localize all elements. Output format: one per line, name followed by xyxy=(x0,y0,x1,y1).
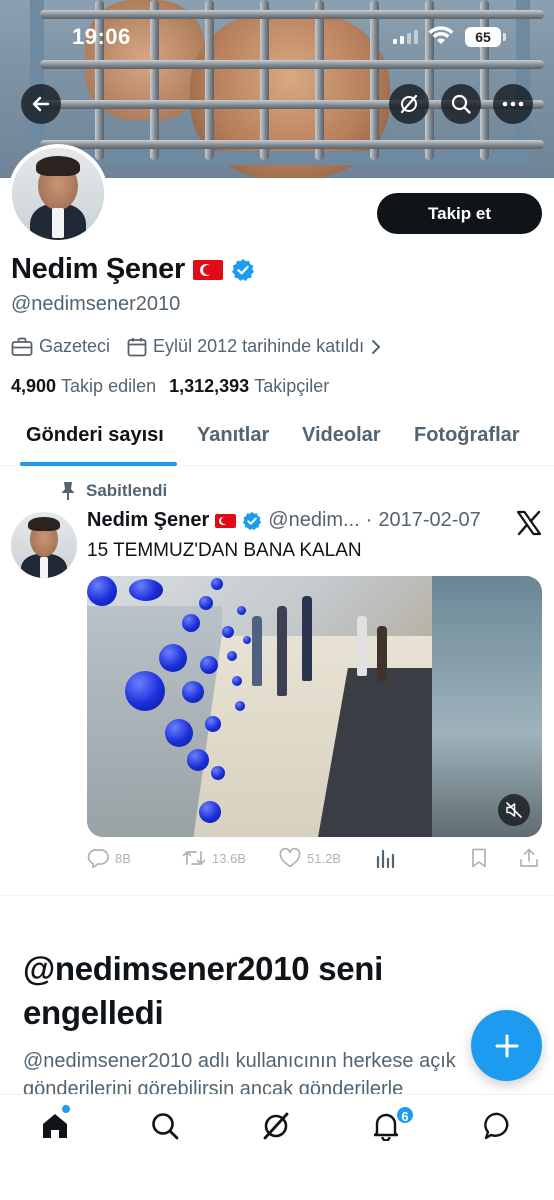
tweet-author-handle[interactable]: @nedim... xyxy=(268,509,359,532)
tweet-author-avatar[interactable] xyxy=(11,512,77,578)
profile-tabs: Gönderi sayısı Yanıtlar Videolar Fotoğra… xyxy=(0,412,554,466)
chevron-right-icon xyxy=(372,339,381,354)
profile-name: Nedim Şener xyxy=(11,253,185,285)
tweet-actions: 8B 13.6B 51.2B xyxy=(87,848,542,872)
tweet-date[interactable]: 2017-02-07 xyxy=(378,509,480,532)
search-button[interactable] xyxy=(441,84,481,124)
turkey-flag-icon xyxy=(215,513,237,528)
bookmark-icon xyxy=(472,848,486,868)
status-bar: 19:06 65 xyxy=(0,20,554,60)
follow-button[interactable]: Takip et xyxy=(377,193,542,234)
tweet-media-video[interactable] xyxy=(87,576,542,837)
chat-bubble-icon xyxy=(484,1112,509,1140)
retweet-button[interactable]: 13.6B xyxy=(182,848,246,868)
like-button[interactable]: 51.2B xyxy=(279,848,341,868)
cellular-signal-icon xyxy=(393,30,418,44)
wifi-icon xyxy=(428,26,454,51)
bookmark-button[interactable] xyxy=(470,848,488,868)
pin-icon xyxy=(61,482,75,500)
search-icon xyxy=(451,94,471,114)
views-button[interactable] xyxy=(375,848,395,868)
profile-name-row: Nedim Şener xyxy=(11,253,255,286)
following-stat[interactable]: 4,900 Takip edilen xyxy=(11,376,156,397)
briefcase-icon xyxy=(11,337,33,356)
search-icon xyxy=(152,1113,179,1140)
more-dots-icon xyxy=(502,101,524,107)
nav-home[interactable] xyxy=(38,1109,72,1143)
status-time: 19:06 xyxy=(72,24,131,49)
verified-badge-icon[interactable] xyxy=(231,258,255,282)
heart-icon xyxy=(279,848,301,868)
tab-videos[interactable]: Videolar xyxy=(302,424,381,447)
arrow-left-icon xyxy=(32,96,50,112)
home-icon xyxy=(43,1114,67,1138)
speaker-muted-icon xyxy=(506,802,522,818)
share-button[interactable] xyxy=(519,848,539,868)
tweet-text: 15 TEMMUZ'DAN BANA KALAN xyxy=(87,540,362,561)
tab-replies[interactable]: Yanıtlar xyxy=(197,424,269,447)
following-label: Takip edilen xyxy=(61,376,157,396)
joined-text: Eylül 2012 tarihinde katıldı xyxy=(153,336,365,356)
follow-stats: 4,900 Takip edilen 1,312,393 Takipçiler xyxy=(11,376,329,397)
profile-handle: @nedimsener2010 xyxy=(11,293,181,315)
joined-item[interactable]: Eylül 2012 tarihinde katıldı xyxy=(127,336,382,357)
nav-grok[interactable] xyxy=(259,1109,293,1143)
like-count: 51.2B xyxy=(307,850,341,866)
pinned-indicator: Sabitlendi xyxy=(60,481,167,501)
blocked-description-line-2: gönderilerini görebilirsin ancak gönderi… xyxy=(23,1078,404,1095)
turkey-flag-icon xyxy=(193,259,223,280)
calendar-icon xyxy=(127,337,147,356)
active-tab-indicator xyxy=(20,462,177,466)
profession-text: Gazeteci xyxy=(39,336,111,356)
x-logo-icon xyxy=(516,510,542,536)
followers-label: Takipçiler xyxy=(254,376,330,396)
blocked-description-line-1: @nedimsener2010 adlı kullanıcının herkes… xyxy=(23,1050,456,1072)
following-count: 4,900 xyxy=(11,376,57,396)
tweet-author-name[interactable]: Nedim Şener xyxy=(87,509,209,532)
tweet-separator: · xyxy=(365,509,373,531)
retweet-count: 13.6B xyxy=(212,850,246,866)
reply-button[interactable]: 8B xyxy=(87,848,131,868)
tweet-header: Nedim Şener @nedim... · 2017-02-07 xyxy=(87,509,481,532)
retweet-icon xyxy=(182,851,206,865)
plus-icon xyxy=(495,1034,518,1057)
tab-posts[interactable]: Gönderi sayısı xyxy=(26,424,164,447)
home-unread-dot xyxy=(62,1105,70,1113)
battery-indicator: 65 xyxy=(465,27,506,47)
section-divider xyxy=(0,895,554,896)
compose-post-button[interactable] xyxy=(471,1010,542,1081)
verified-badge-icon xyxy=(243,511,262,530)
profile-meta: Gazeteci Eylül 2012 tarihinde katıldı xyxy=(11,336,399,357)
profile-avatar[interactable] xyxy=(8,144,108,244)
notifications-badge: 6 xyxy=(395,1105,415,1125)
views-chart-icon xyxy=(376,849,395,868)
grok-icon xyxy=(263,1112,289,1140)
reply-count: 8B xyxy=(115,850,131,866)
pinned-label: Sabitlendi xyxy=(86,481,168,500)
share-icon xyxy=(520,848,538,867)
nav-messages[interactable] xyxy=(481,1109,515,1143)
reply-icon xyxy=(87,849,109,868)
blocked-notice-title: @nedimsener2010 seni engelledi xyxy=(23,950,384,1031)
profession-item: Gazeteci xyxy=(11,336,110,357)
back-button[interactable] xyxy=(21,84,61,124)
unmute-button[interactable] xyxy=(498,794,530,826)
grok-icon xyxy=(400,94,418,114)
nav-search[interactable] xyxy=(148,1109,182,1143)
followers-count: 1,312,393 xyxy=(169,376,250,396)
grok-button[interactable] xyxy=(389,84,429,124)
followers-stat[interactable]: 1,312,393 Takipçiler xyxy=(169,376,329,397)
bottom-navigation: 6 xyxy=(0,1094,554,1200)
blocked-notice-description: @nedimsener2010 adlı kullanıcının herkes… xyxy=(23,1047,478,1095)
more-options-button[interactable] xyxy=(493,84,533,124)
tab-photos[interactable]: Fotoğraflar xyxy=(414,424,520,447)
